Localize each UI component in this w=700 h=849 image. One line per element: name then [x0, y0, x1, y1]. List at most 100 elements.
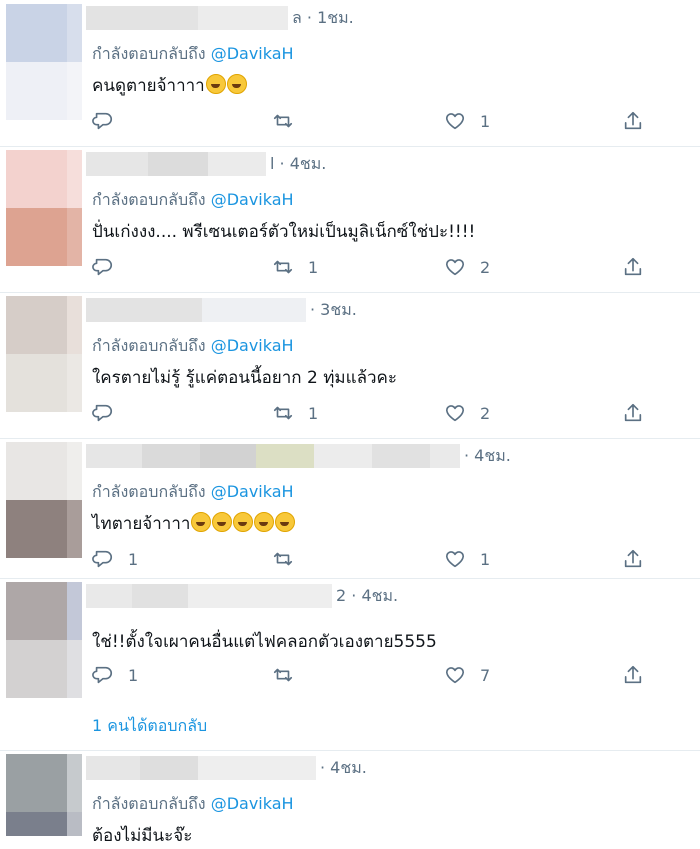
heart-icon	[445, 405, 465, 422]
tweet[interactable]: ล · 1ชม. กำลังตอบกลับถึง @DavikaH คนดูตา…	[0, 0, 700, 147]
reply-icon	[92, 258, 112, 276]
like-count: 2	[480, 403, 491, 423]
retweet-button[interactable]	[272, 108, 308, 134]
reply-icon	[92, 550, 112, 568]
reply-count: 1	[128, 549, 139, 569]
tweet-time[interactable]: · 4ชม.	[320, 756, 367, 781]
share-icon	[624, 257, 642, 276]
tweet[interactable]: · 4ชม. กำลังตอบกลับถึง @DavikaH ไทตายจ้า…	[0, 438, 700, 579]
retweet-button[interactable]	[272, 662, 308, 688]
user-name[interactable]: · 4ชม.	[86, 756, 367, 780]
avatar[interactable]	[6, 754, 82, 836]
rofl-emoji-icon	[205, 74, 226, 94]
reply-icon	[92, 404, 112, 422]
retweet-button[interactable]	[272, 546, 308, 572]
retweet-count: 1	[308, 403, 319, 423]
retweet-icon	[273, 552, 293, 566]
like-button[interactable]: 7	[444, 662, 490, 688]
tweet-time[interactable]: l · 4ชม.	[270, 152, 326, 177]
tweet-time[interactable]: · 4ชม.	[464, 444, 511, 469]
reply-icon	[92, 666, 112, 684]
rofl-emoji-icon	[212, 512, 233, 532]
tweet-time[interactable]: 2 · 4ชม.	[336, 584, 398, 609]
heart-icon	[445, 113, 465, 130]
share-button[interactable]	[622, 546, 644, 572]
user-name[interactable]: l · 4ชม.	[86, 152, 326, 176]
tweet-actions: 1 7	[92, 662, 662, 688]
retweet-button[interactable]: 1	[272, 400, 318, 426]
retweet-icon	[273, 406, 293, 420]
heart-icon	[445, 667, 465, 684]
share-icon	[624, 111, 642, 130]
tweet-text-content: ไทตายจ้าาาา	[92, 514, 191, 534]
share-icon	[624, 549, 642, 568]
avatar[interactable]	[6, 4, 82, 120]
retweet-button[interactable]: 1	[272, 254, 318, 280]
heart-icon	[445, 259, 465, 276]
share-button[interactable]	[622, 662, 644, 688]
avatar[interactable]	[6, 150, 82, 266]
reply-handle-link[interactable]: @DavikaH	[211, 44, 294, 63]
like-button[interactable]: 1	[444, 546, 490, 572]
tweet-time[interactable]: · 3ชม.	[310, 298, 357, 323]
tweet-text: ใครตายไม่รู้ รู้แค่ตอนนี้อยาก 2 ทุ่มแล้ว…	[92, 368, 398, 388]
rofl-emoji-icon	[254, 512, 275, 532]
reply-button[interactable]	[92, 400, 128, 426]
reply-handle-link[interactable]: @DavikaH	[211, 482, 294, 501]
tweet[interactable]: l · 4ชม. กำลังตอบกลับถึง @DavikaH ปั่นเก…	[0, 146, 700, 293]
share-button[interactable]	[622, 108, 644, 134]
like-count: 1	[480, 111, 491, 131]
reply-button[interactable]: 1	[92, 662, 138, 688]
like-button[interactable]: 2	[444, 400, 490, 426]
reply-button[interactable]	[92, 108, 128, 134]
tweet-actions: 1 2	[92, 254, 662, 280]
reply-prefix: กำลังตอบกลับถึง	[92, 190, 206, 209]
reply-prefix: กำลังตอบกลับถึง	[92, 44, 206, 63]
tweet-actions: 1 2	[92, 400, 662, 426]
rofl-emoji-icon	[191, 512, 212, 532]
user-name[interactable]: 2 · 4ชม.	[86, 584, 398, 608]
tweet-time[interactable]: ล · 1ชม.	[292, 6, 354, 31]
tweet[interactable]: · 4ชม. กำลังตอบกลับถึง @DavikaH ต้องไม่ม…	[0, 750, 700, 846]
share-icon	[624, 403, 642, 422]
avatar[interactable]	[6, 582, 82, 698]
reply-context: กำลังตอบกลับถึง @DavikaH	[92, 792, 294, 817]
tweet-text: ไทตายจ้าาาา	[92, 510, 296, 537]
like-count: 7	[480, 665, 491, 685]
share-icon	[624, 665, 642, 684]
avatar[interactable]	[6, 442, 82, 558]
reply-context: กำลังตอบกลับถึง @DavikaH	[92, 334, 294, 359]
reply-count: 1	[128, 665, 139, 685]
share-button[interactable]	[622, 254, 644, 280]
tweet-text: คนดูตายจ้าาาา	[92, 72, 247, 99]
like-button[interactable]: 1	[444, 108, 490, 134]
reply-button[interactable]: 1	[92, 546, 138, 572]
reply-context: กำลังตอบกลับถึง @DavikaH	[92, 42, 294, 67]
reply-prefix: กำลังตอบกลับถึง	[92, 794, 206, 813]
show-replies-link[interactable]: 1 คนได้ตอบกลับ	[92, 714, 207, 739]
rofl-emoji-icon	[226, 74, 247, 94]
reply-handle-link[interactable]: @DavikaH	[211, 794, 294, 813]
retweet-icon	[273, 260, 293, 274]
user-name[interactable]: · 4ชม.	[86, 444, 511, 468]
heart-icon	[445, 551, 465, 568]
tweet-text-content: คนดูตายจ้าาาา	[92, 76, 205, 96]
reply-context: กำลังตอบกลับถึง @DavikaH	[92, 188, 294, 213]
avatar[interactable]	[6, 296, 82, 412]
reply-icon	[92, 112, 112, 130]
like-count: 1	[480, 549, 491, 569]
user-name[interactable]: ล · 1ชม.	[86, 6, 354, 30]
retweet-icon	[273, 668, 293, 682]
retweet-icon	[273, 114, 293, 128]
reply-handle-link[interactable]: @DavikaH	[211, 190, 294, 209]
tweet-text: ใช่!!ตั้งใจเผาคนอื่นแต่ไฟคลอกตัวเองตาย55…	[92, 632, 437, 652]
reply-prefix: กำลังตอบกลับถึง	[92, 336, 206, 355]
tweet[interactable]: · 3ชม. กำลังตอบกลับถึง @DavikaH ใครตายไม…	[0, 292, 700, 439]
like-button[interactable]: 2	[444, 254, 490, 280]
reply-button[interactable]	[92, 254, 128, 280]
rofl-emoji-icon	[233, 512, 254, 532]
share-button[interactable]	[622, 400, 644, 426]
reply-prefix: กำลังตอบกลับถึง	[92, 482, 206, 501]
reply-handle-link[interactable]: @DavikaH	[211, 336, 294, 355]
user-name[interactable]: · 3ชม.	[86, 298, 357, 322]
